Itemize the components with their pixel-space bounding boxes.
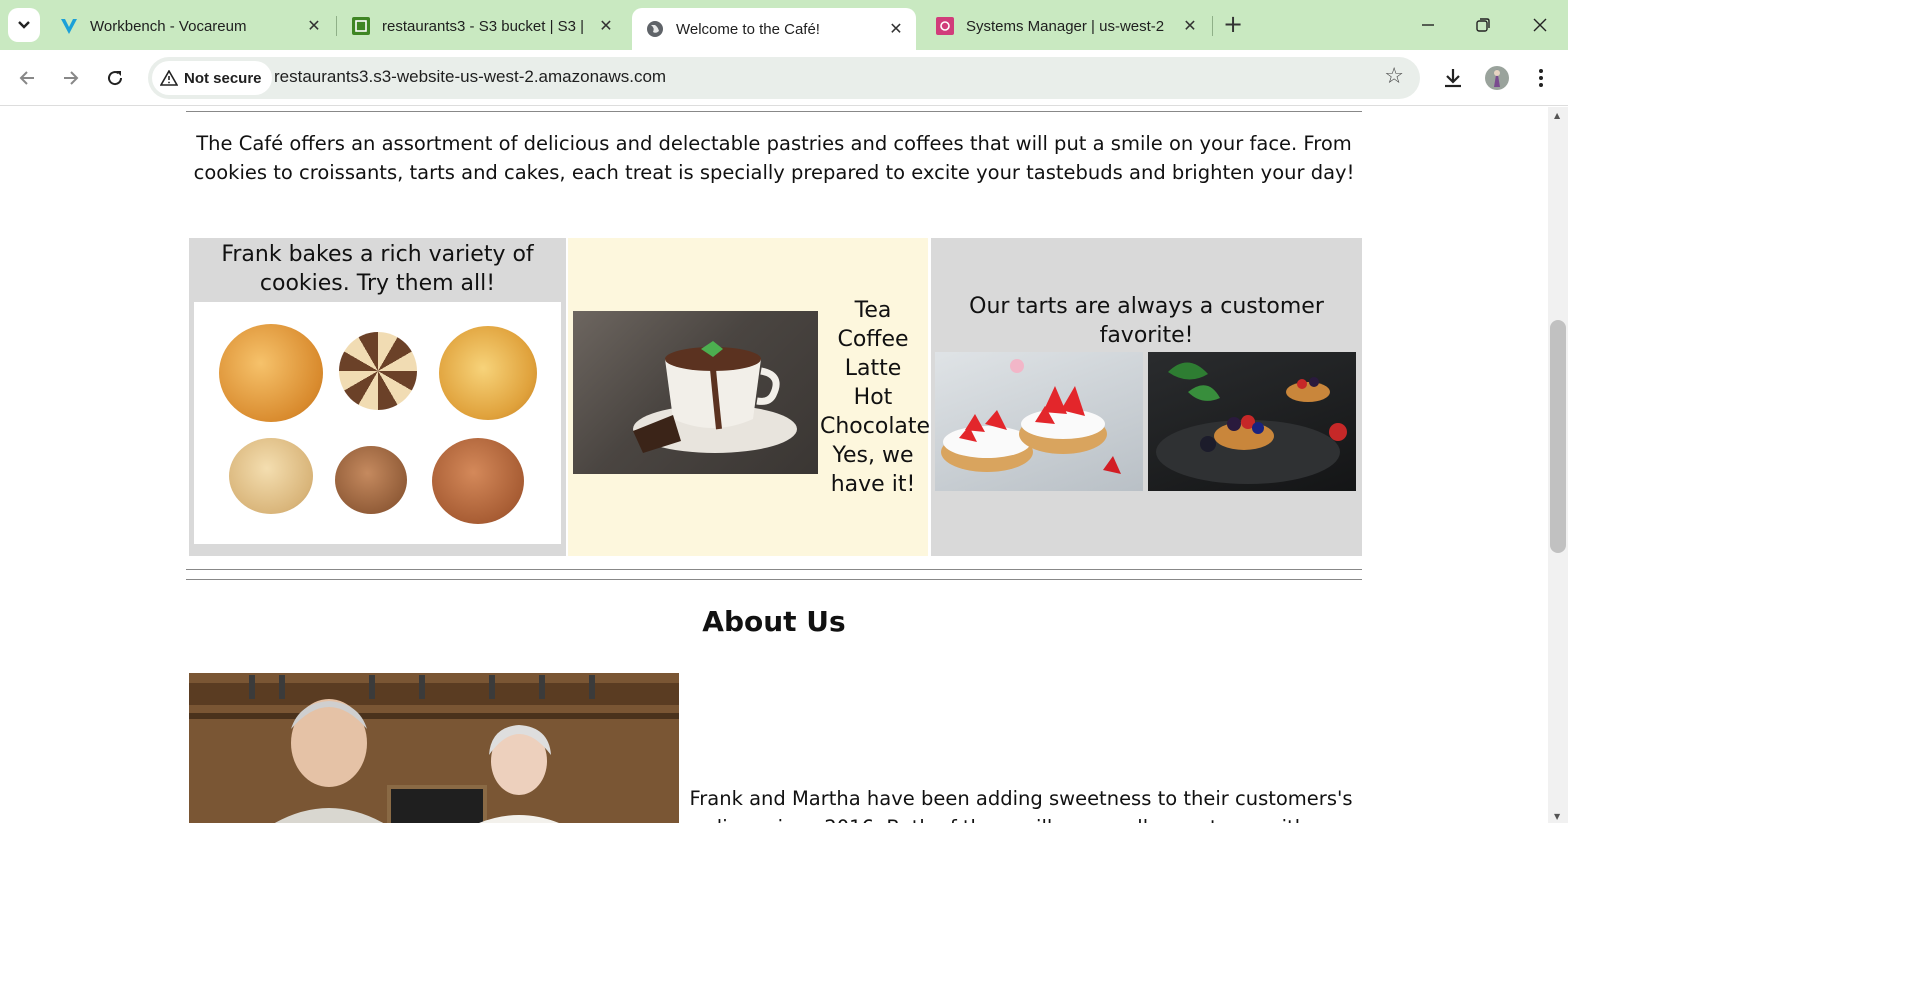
drink-line: have it! <box>830 472 916 497</box>
chocolate-cookie <box>335 446 407 514</box>
minimize-icon <box>1422 24 1434 26</box>
about-paragraph: Frank and Martha have been adding sweetn… <box>689 787 1353 823</box>
reload-icon <box>108 71 123 86</box>
scroll-down-arrow-icon[interactable]: ▼ <box>1554 812 1560 821</box>
intro-paragraph: The Café offers an assortment of delicio… <box>193 132 1355 184</box>
tab-cafe[interactable]: Welcome to the Café! ✕ <box>632 8 916 50</box>
browser-menu-button[interactable] <box>1527 64 1555 92</box>
avatar-icon <box>1485 66 1509 90</box>
drink-line: Latte <box>844 356 902 381</box>
restore-button[interactable] <box>1468 10 1498 40</box>
drink-line: Tea <box>854 298 892 323</box>
security-label: Not secure <box>184 69 262 87</box>
strawberry-tarts-illustration <box>941 359 1121 474</box>
tarts-panel: Our tarts are always a customer favorite… <box>931 238 1362 556</box>
owners-illustration <box>189 673 679 823</box>
tab-title: Systems Manager | us-west-2 <box>966 17 1165 35</box>
address-bar[interactable]: Not secure restaurants3.s3-website-us-we… <box>148 57 1420 99</box>
vocareum-v-icon <box>60 17 78 35</box>
reload-button[interactable] <box>101 64 129 92</box>
site-info-button[interactable]: Not secure <box>152 61 272 95</box>
close-window-button[interactable] <box>1525 10 1555 40</box>
close-icon <box>1533 18 1547 32</box>
drink-line: Chocolate <box>820 414 931 439</box>
arrow-left-icon <box>19 71 34 85</box>
butter-cookie <box>219 324 323 422</box>
minimize-button[interactable] <box>1413 10 1443 40</box>
close-tab-icon[interactable]: ✕ <box>886 19 906 39</box>
restore-icon <box>1476 18 1490 32</box>
tab-title: restaurants3 - S3 bucket | S3 | u <box>382 17 588 35</box>
page-viewport[interactable]: The Café offers an assortment of delicio… <box>0 107 1548 823</box>
close-tab-icon[interactable]: ✕ <box>1180 16 1200 36</box>
drinks-list: Tea Coffee Latte Hot Chocolate Yes, we h… <box>820 296 931 499</box>
drink-line: Coffee <box>837 327 909 352</box>
tab-separator <box>1212 16 1213 36</box>
tab-title: Workbench - Vocareum <box>90 17 247 35</box>
download-icon <box>1445 69 1461 88</box>
profile-avatar[interactable] <box>1483 64 1511 92</box>
cookies-image <box>194 302 561 544</box>
warning-icon <box>160 70 178 86</box>
hot-chocolate-illustration <box>633 341 797 453</box>
back-button[interactable] <box>13 64 41 92</box>
berry-tarts-illustration <box>1156 362 1347 484</box>
drink-line: Yes, we <box>832 443 914 468</box>
tarts-caption: Our tarts are always a customer favorite… <box>969 294 1324 348</box>
drinks-panel: Tea Coffee Latte Hot Chocolate Yes, we h… <box>568 238 931 556</box>
tab-systems-manager[interactable]: Systems Manager | us-west-2 ✕ <box>922 8 1210 44</box>
more-vert-icon <box>1539 69 1543 87</box>
browser-toolbar: Not secure restaurants3.s3-website-us-we… <box>0 50 1568 106</box>
pinwheel-cookie <box>339 332 417 410</box>
about-heading: About Us <box>702 605 846 638</box>
divider <box>186 111 1362 112</box>
close-tab-icon[interactable]: ✕ <box>304 16 324 36</box>
close-tab-icon[interactable]: ✕ <box>596 16 616 36</box>
arrow-right-icon <box>64 71 79 85</box>
url-text[interactable]: restaurants3.s3-website-us-west-2.amazon… <box>274 67 666 87</box>
tab-search-button[interactable] <box>8 8 40 42</box>
globe-icon <box>646 20 664 38</box>
chevron-down-icon <box>18 21 30 29</box>
page-scrollbar[interactable]: ▲ ▼ <box>1548 107 1568 823</box>
tab-strip: Workbench - Vocareum ✕ restaurants3 - S3… <box>0 0 1568 50</box>
peanut-cookie <box>439 326 537 420</box>
aws-s3-icon <box>352 17 370 35</box>
berry-tarts-image <box>1148 352 1356 491</box>
new-tab-button[interactable]: + <box>1220 12 1246 38</box>
strawberry-tarts-image <box>935 352 1143 491</box>
divider <box>186 579 1362 580</box>
forward-button[interactable] <box>57 64 85 92</box>
owners-photo <box>189 673 679 823</box>
drink-line: Hot <box>853 385 893 410</box>
hot-chocolate-image <box>573 311 818 474</box>
tab-s3-bucket[interactable]: restaurants3 - S3 bucket | S3 | u ✕ <box>338 8 626 44</box>
chip-cookie <box>432 438 524 524</box>
downloads-button[interactable] <box>1439 64 1467 92</box>
oat-cookie <box>229 438 313 514</box>
tab-separator <box>336 16 337 36</box>
tab-workbench[interactable]: Workbench - Vocareum ✕ <box>46 8 334 44</box>
scroll-thumb[interactable] <box>1550 320 1566 553</box>
bookmark-star-icon[interactable]: ☆ <box>1384 66 1404 88</box>
tab-title: Welcome to the Café! <box>676 20 820 38</box>
cookies-panel: Frank bakes a rich variety of cookies. T… <box>189 238 566 556</box>
scroll-up-arrow-icon[interactable]: ▲ <box>1554 111 1560 120</box>
divider <box>186 569 1362 570</box>
aws-ssm-icon <box>936 17 954 35</box>
cookies-caption: Frank bakes a rich variety of cookies. T… <box>221 242 534 296</box>
